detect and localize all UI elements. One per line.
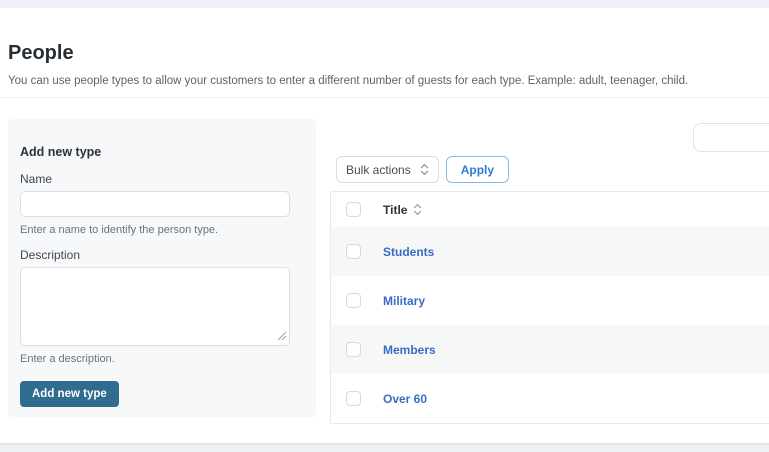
row-checkbox[interactable] bbox=[346, 391, 361, 406]
table-row: Students bbox=[331, 227, 769, 276]
search-input[interactable] bbox=[693, 123, 769, 152]
name-field[interactable] bbox=[20, 191, 290, 217]
table-row: Members bbox=[331, 325, 769, 374]
form-heading: Add new type bbox=[20, 145, 300, 159]
add-new-type-button[interactable]: Add new type bbox=[20, 381, 119, 407]
row-title-link[interactable]: Members bbox=[383, 343, 436, 357]
row-checkbox[interactable] bbox=[346, 293, 361, 308]
table-row: Over 60 bbox=[331, 374, 769, 423]
select-all-checkbox[interactable] bbox=[346, 202, 361, 217]
people-settings-page: People You can use people types to allow… bbox=[0, 0, 769, 452]
section-divider bbox=[0, 97, 769, 98]
bulk-actions-toolbar: Bulk actions Apply bbox=[330, 156, 769, 183]
row-title-link[interactable]: Over 60 bbox=[383, 392, 427, 406]
people-table: Title Students bbox=[330, 191, 769, 424]
description-label: Description bbox=[20, 248, 300, 262]
page-description: You can use people types to allow your c… bbox=[8, 75, 769, 87]
row-title-link[interactable]: Military bbox=[383, 294, 425, 308]
row-title-link[interactable]: Students bbox=[383, 245, 434, 259]
bottom-strip bbox=[0, 443, 769, 452]
sort-icon bbox=[413, 203, 422, 216]
top-strip bbox=[0, 0, 769, 8]
bulk-actions-selected-label: Bulk actions bbox=[346, 163, 411, 177]
row-checkbox[interactable] bbox=[346, 342, 361, 357]
description-field[interactable] bbox=[20, 267, 290, 346]
description-help-text: Enter a description. bbox=[20, 353, 300, 365]
table-header-row: Title bbox=[331, 192, 769, 227]
name-help-text: Enter a name to identify the person type… bbox=[20, 224, 300, 236]
people-table-rows: Students Military Members Over 60 bbox=[331, 227, 769, 423]
select-chevrons-icon bbox=[420, 163, 429, 176]
apply-button[interactable]: Apply bbox=[446, 156, 509, 183]
people-list-section: Bulk actions Apply Title bbox=[330, 119, 769, 424]
table-row: Military bbox=[331, 276, 769, 325]
page-content: People You can use people types to allow… bbox=[8, 8, 769, 443]
bulk-actions-select[interactable]: Bulk actions bbox=[336, 156, 439, 183]
page-title: People bbox=[8, 42, 769, 65]
add-new-type-panel: Add new type Name Enter a name to identi… bbox=[8, 119, 316, 417]
row-checkbox[interactable] bbox=[346, 244, 361, 259]
name-label: Name bbox=[20, 172, 300, 186]
column-header-title[interactable]: Title bbox=[383, 203, 422, 217]
